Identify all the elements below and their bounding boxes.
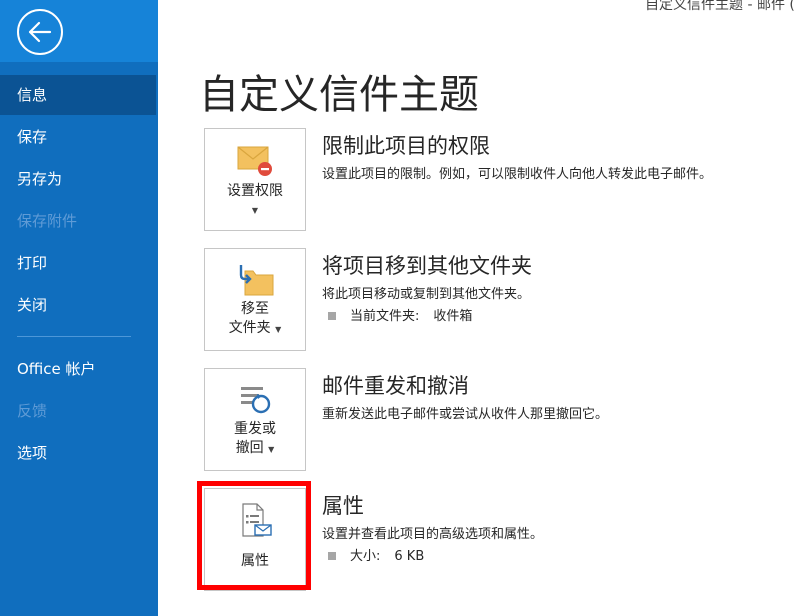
- window-title: 自定义信件主题 - 邮件 (: [645, 0, 795, 13]
- dropdown-caret: ▼: [205, 200, 305, 220]
- arrow-left-icon: [28, 21, 52, 43]
- resend-label-line2: 撤回 ▼: [205, 439, 305, 459]
- size-row: 大小: 6 KB: [328, 545, 424, 564]
- sidebar-divider: [17, 336, 131, 337]
- size-value: 6 KB: [394, 549, 425, 564]
- bullet-icon: [328, 551, 336, 560]
- current-folder-value: 收件箱: [433, 309, 473, 324]
- properties-label: 属性: [241, 553, 269, 569]
- set-permissions-label: 设置权限: [227, 183, 283, 199]
- section-title-move: 将项目移到其他文件夹: [322, 254, 532, 278]
- properties-icon: [242, 503, 272, 537]
- resend-label-text: 撤回: [235, 440, 264, 456]
- resend-recall-button[interactable]: 重发或 撤回 ▼: [204, 368, 306, 471]
- move-to-folder-icon: [239, 265, 274, 296]
- sidebar-item-save-attachments: 保存附件: [17, 212, 78, 230]
- current-folder-row: 当前文件夹: 收件箱: [328, 305, 472, 324]
- back-button[interactable]: [17, 9, 63, 55]
- chevron-down-icon: ▼: [275, 325, 282, 334]
- move-to-label-text: 文件夹: [228, 320, 271, 336]
- envelope-restrict-icon: [237, 146, 272, 176]
- move-to-folder-button[interactable]: 移至 文件夹 ▼: [204, 248, 306, 351]
- section-title-properties: 属性: [322, 494, 364, 518]
- section-title-resend: 邮件重发和撤消: [322, 374, 469, 398]
- sidebar-item-office-account[interactable]: Office 帐户: [0, 349, 156, 389]
- resend-label-line1: 重发或: [234, 421, 276, 437]
- chevron-down-icon: ▼: [268, 445, 275, 454]
- sidebar-item-save-as[interactable]: 另存为: [0, 159, 156, 199]
- sidebar-item-feedback: 反馈: [17, 402, 48, 420]
- resend-recall-icon: [241, 387, 271, 414]
- sidebar-item-options[interactable]: 选项: [0, 433, 156, 473]
- sidebar-item-info[interactable]: 信息: [0, 75, 156, 115]
- sidebar-item-print[interactable]: 打印: [0, 243, 156, 283]
- set-permissions-button[interactable]: 设置权限 ▼: [204, 128, 306, 231]
- properties-button[interactable]: 属性: [204, 488, 306, 591]
- chevron-down-icon: ▼: [251, 206, 259, 215]
- backstage-sidebar: 信息 保存 另存为 保存附件 打印 关闭 Office 帐户 反馈 选项: [0, 0, 158, 616]
- section-title-permissions: 限制此项目的权限: [322, 134, 490, 158]
- page-title: 自定义信件主题: [199, 72, 479, 118]
- sidebar-item-close[interactable]: 关闭: [0, 285, 156, 325]
- bullet-icon: [328, 311, 336, 320]
- section-desc-permissions: 设置此项目的限制。例如，可以限制收件人向他人转发此电子邮件。: [322, 167, 713, 182]
- current-folder-key: 当前文件夹:: [350, 309, 420, 324]
- section-desc-properties: 设置并查看此项目的高级选项和属性。: [322, 527, 544, 542]
- move-to-label-line2: 文件夹 ▼: [205, 319, 305, 339]
- size-key: 大小:: [350, 549, 381, 564]
- sidebar-item-save[interactable]: 保存: [0, 117, 156, 157]
- back-row: [0, 0, 158, 62]
- section-desc-move: 将此项目移动或复制到其他文件夹。: [322, 287, 531, 302]
- section-desc-resend: 重新发送此电子邮件或尝试从收件人那里撤回它。: [322, 407, 609, 422]
- move-to-label-line1: 移至: [241, 301, 269, 317]
